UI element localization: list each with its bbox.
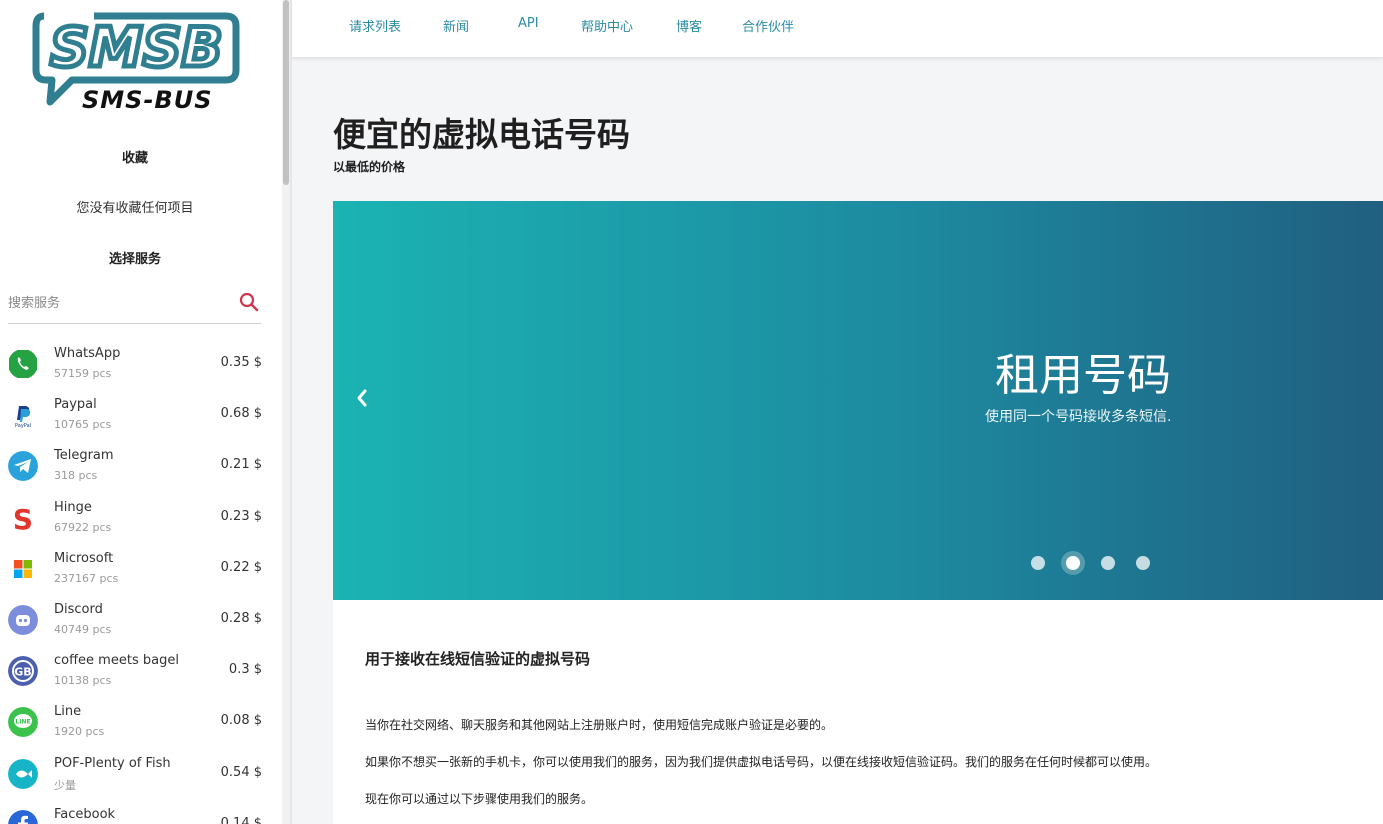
service-name: Hinge	[54, 499, 92, 515]
sidebar: SMSB SMS-BUS 收藏 您没有收藏任何项目 选择服务 WhatsApp …	[0, 0, 282, 824]
line-icon: LINE	[8, 707, 38, 738]
intro-title: 用于接收在线短信验证的虚拟号码	[365, 650, 591, 668]
search-icon[interactable]	[239, 292, 259, 312]
top-nav: 请求列表 新闻 API 帮助中心 博客 合作伙伴	[292, 0, 1383, 58]
intro-paragraph: 当你在社交网络、聊天服务和其他网站上注册账户时，使用短信完成账户验证是必要的。	[365, 718, 834, 732]
service-count: 10138 pcs	[54, 674, 112, 688]
service-price: 0.08 $	[220, 713, 262, 729]
paypal-icon: PayPal	[8, 400, 38, 431]
service-item-paypal[interactable]: PayPal Paypal 10765 pcs 0.68 $	[0, 389, 270, 440]
service-name: Line	[54, 704, 82, 720]
intro-paragraph: 如果你不想买一张新的手机卡，你可以使用我们的服务，因为我们提供虚拟电话号码，以便…	[365, 755, 1158, 769]
sidebar-divider	[290, 0, 292, 824]
facebook-icon	[8, 809, 38, 824]
service-item-microsoft[interactable]: Microsoft 237167 pcs 0.22 $	[0, 543, 270, 594]
service-name: Microsoft	[54, 550, 114, 566]
carousel-slide-text: 使用同一个号码接收多条短信.	[985, 409, 1172, 425]
discord-icon	[8, 604, 38, 635]
service-count: 1920 pcs	[54, 725, 105, 739]
chevron-left-icon	[357, 389, 367, 407]
logo-main-text: SMSB	[50, 16, 223, 79]
carousel-slide-title: 租用号码	[995, 350, 1171, 401]
carousel-prev-button[interactable]	[355, 387, 375, 413]
search-input[interactable]	[8, 292, 228, 314]
page-subtitle: 以最低的价格	[333, 160, 406, 174]
service-count: 10765 pcs	[54, 418, 112, 432]
nav-api[interactable]: API	[518, 16, 539, 31]
carousel-dot-1[interactable]	[1031, 556, 1045, 570]
service-item-whatsapp[interactable]: WhatsApp 57159 pcs 0.35 $	[0, 338, 270, 389]
service-name: Telegram	[54, 448, 114, 464]
service-item-coffee-meets-bagel[interactable]: GB coffee meets bagel 10138 pcs 0.3 $	[0, 645, 270, 696]
service-count: 67922 pcs	[54, 520, 112, 534]
service-item-discord[interactable]: Discord 40749 pcs 0.28 $	[0, 594, 270, 645]
carousel-dot-3[interactable]	[1101, 556, 1115, 570]
nav-blog[interactable]: 博客	[676, 16, 702, 35]
service-name: POF-Plenty of Fish	[54, 755, 171, 771]
svg-text:LINE: LINE	[15, 719, 30, 726]
service-item-hinge[interactable]: S Hinge 67922 pcs 0.23 $	[0, 492, 270, 543]
hinge-icon: S	[8, 502, 38, 533]
service-count: 少量	[54, 778, 76, 792]
page-title: 便宜的虚拟电话号码	[333, 115, 630, 154]
intro-card: 用于接收在线短信验证的虚拟号码 当你在社交网络、聊天服务和其他网站上注册账户时，…	[333, 600, 1383, 824]
service-price: 0.54 $	[220, 764, 262, 780]
service-price: 0.28 $	[220, 610, 262, 626]
service-price: 0.22 $	[220, 559, 262, 575]
carousel-dot-2[interactable]	[1066, 556, 1080, 570]
favorites-heading: 收藏	[121, 151, 148, 166]
services-heading: 选择服务	[108, 252, 161, 267]
pof-icon	[8, 758, 38, 789]
service-name: Facebook	[54, 806, 116, 822]
nav-request-list[interactable]: 请求列表	[349, 16, 401, 35]
service-item-line[interactable]: LINE Line 1920 pcs 0.08 $	[0, 696, 270, 747]
svg-text:GB: GB	[14, 666, 31, 679]
coffee-meets-bagel-icon: GB	[8, 656, 38, 687]
favorites-empty-text: 您没有收藏任何项目	[76, 201, 194, 216]
service-name: Discord	[54, 601, 103, 617]
sidebar-scrollbar[interactable]	[282, 0, 290, 824]
service-count: 237167 pcs	[54, 571, 119, 585]
nav-help-center[interactable]: 帮助中心	[581, 16, 633, 35]
whatsapp-icon	[9, 350, 37, 378]
nav-news[interactable]: 新闻	[443, 16, 469, 35]
carousel-dot-4[interactable]	[1136, 556, 1150, 570]
service-count: 57159 pcs	[54, 367, 112, 380]
service-count: 318 pcs	[54, 469, 98, 483]
service-price: 0.35 $	[220, 355, 262, 370]
service-price: 0.21 $	[220, 457, 262, 473]
search-box	[8, 286, 261, 324]
service-name: WhatsApp	[54, 346, 121, 361]
svg-text:S: S	[13, 503, 33, 533]
scrollbar-thumb[interactable]	[283, 0, 289, 185]
service-price: 0.3 $	[228, 662, 262, 678]
intro-paragraph: 现在你可以通过以下步骤使用我们的服务。	[365, 792, 594, 806]
service-item-facebook[interactable]: Facebook 0.14 $	[0, 799, 270, 824]
service-price: 0.14 $	[220, 815, 262, 824]
service-price: 0.23 $	[220, 508, 262, 524]
service-item-pof[interactable]: POF-Plenty of Fish 少量 0.54 $	[0, 748, 270, 799]
telegram-icon	[8, 451, 38, 482]
microsoft-icon	[8, 553, 38, 584]
service-price: 0.68 $	[220, 406, 262, 422]
service-name: coffee meets bagel	[54, 653, 179, 669]
service-count: 40749 pcs	[54, 622, 112, 636]
svg-text:PayPal: PayPal	[15, 423, 31, 429]
nav-partners[interactable]: 合作伙伴	[742, 16, 794, 35]
service-item-telegram[interactable]: Telegram 318 pcs 0.21 $	[0, 440, 270, 491]
service-list: WhatsApp 57159 pcs 0.35 $ PayPal Paypal …	[0, 338, 270, 824]
logo-text: SMS-BUS	[82, 86, 213, 114]
service-name: Paypal	[54, 397, 97, 413]
hero-carousel: 租用号码 使用同一个号码接收多条短信.	[333, 201, 1383, 600]
